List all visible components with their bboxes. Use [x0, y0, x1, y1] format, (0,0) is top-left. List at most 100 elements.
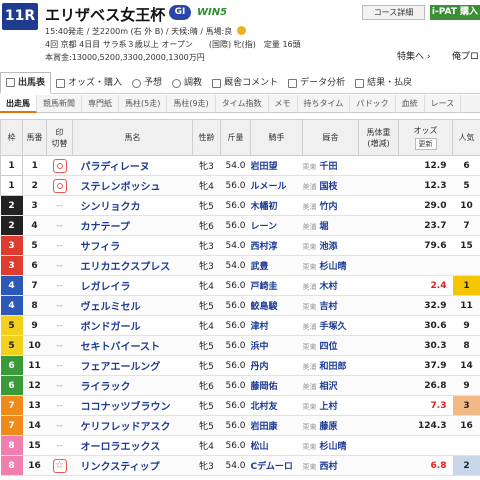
mark-cell[interactable]: -- [46, 395, 73, 416]
my-prediction-link[interactable]: 俺プロ [452, 49, 479, 62]
mark-cell[interactable]: -- [46, 215, 73, 236]
tab-sub[interactable]: パドック [350, 95, 396, 113]
feature-link[interactable]: 特集へ › [397, 49, 430, 62]
mark-cell[interactable]: -- [46, 335, 73, 356]
odds-value[interactable]: 79.6 [398, 235, 453, 256]
odds-value[interactable]: 23.7 [398, 215, 453, 236]
tab-sub[interactable]: 血統 [396, 95, 425, 113]
horse-name[interactable]: ライラック [72, 375, 193, 396]
trainer-name[interactable]: 手塚久 [320, 322, 347, 332]
mark-empty[interactable]: -- [56, 301, 63, 311]
mark-cell[interactable]: -- [46, 235, 73, 256]
odds-value[interactable]: 7.3 [398, 395, 453, 416]
mark-star-icon[interactable]: ☆ [52, 458, 67, 473]
jockey-name[interactable]: レーン [250, 215, 303, 236]
jockey-name[interactable]: 浜中 [250, 335, 303, 356]
tab-main[interactable]: 予想 [127, 72, 167, 94]
trainer-name[interactable]: 上村 [320, 402, 338, 412]
trainer-name[interactable]: 国枝 [320, 182, 338, 192]
odds-value[interactable]: 26.8 [398, 375, 453, 396]
mark-empty[interactable]: -- [56, 421, 63, 431]
odds-value[interactable]: 32.9 [398, 295, 453, 316]
col-umaban[interactable]: 馬番 [22, 119, 47, 156]
mark-empty[interactable]: -- [56, 281, 63, 291]
tab-main[interactable]: データ分析 [283, 72, 350, 94]
mark-empty[interactable]: -- [56, 201, 63, 211]
jockey-name[interactable]: ルメール [250, 175, 303, 196]
mark-empty[interactable]: -- [56, 241, 63, 251]
tab-main[interactable]: 出馬表 [0, 72, 52, 94]
ipat-button[interactable]: i-PAT 購入 [430, 5, 480, 20]
jockey-name[interactable]: 松山 [250, 435, 303, 456]
odds-value[interactable]: 30.6 [398, 315, 453, 336]
odds-value[interactable] [398, 255, 453, 276]
tab-sub[interactable]: 馬柱(5走) [119, 95, 168, 113]
odds-value[interactable]: 12.9 [398, 155, 453, 176]
mark-cell[interactable]: -- [46, 295, 73, 316]
horse-name[interactable]: シンリョクカ [72, 195, 193, 216]
tab-sub[interactable]: レース [425, 95, 462, 113]
mark-circle-icon[interactable] [52, 158, 67, 173]
mark-empty[interactable]: -- [56, 321, 63, 331]
jockey-name[interactable]: 津村 [250, 315, 303, 336]
tab-main[interactable]: 厩舎コメント [207, 72, 283, 94]
tab-sub[interactable]: 持ちタイム [298, 95, 351, 113]
jockey-name[interactable]: 西村淳 [250, 235, 303, 256]
mark-cell[interactable]: -- [46, 195, 73, 216]
mark-cell[interactable]: -- [46, 375, 73, 396]
trainer-name[interactable]: 杉山晴 [320, 442, 347, 452]
trainer-name[interactable]: 和田郎 [320, 362, 347, 372]
odds-value[interactable]: 30.3 [398, 335, 453, 356]
mark-cell[interactable]: ☆ [46, 455, 73, 476]
tab-sub[interactable]: 競馬新聞 [37, 95, 82, 113]
horse-name[interactable]: ケリフレッドアスク [72, 415, 193, 436]
trainer-name[interactable]: 木村 [320, 282, 338, 292]
col-mark[interactable]: 印切替 [46, 119, 73, 156]
odds-value[interactable]: 37.9 [398, 355, 453, 376]
trainer-name[interactable]: 相沢 [320, 382, 338, 392]
tab-sub[interactable]: タイム指数 [216, 95, 269, 113]
jockey-name[interactable]: Cデムーロ [250, 455, 303, 476]
jockey-name[interactable]: 戸崎圭 [250, 275, 303, 296]
tab-sub[interactable]: 馬柱(9走) [167, 95, 216, 113]
horse-name[interactable]: パラディレーヌ [72, 155, 193, 176]
horse-name[interactable]: カナテープ [72, 215, 193, 236]
jockey-name[interactable]: 岩田康 [250, 415, 303, 436]
trainer-name[interactable]: 千田 [320, 162, 338, 172]
mark-cell[interactable]: -- [46, 275, 73, 296]
odds-value[interactable] [398, 435, 453, 456]
mark-empty[interactable]: -- [56, 381, 63, 391]
mark-cell[interactable]: -- [46, 255, 73, 276]
horse-name[interactable]: ココナッツブラウン [72, 395, 193, 416]
horse-name[interactable]: フェアエールング [72, 355, 193, 376]
mark-cell[interactable]: -- [46, 415, 73, 436]
trainer-name[interactable]: 池添 [320, 242, 338, 252]
trainer-name[interactable]: 西村 [320, 462, 338, 472]
horse-name[interactable]: リンクスティップ [72, 455, 193, 476]
tab-sub[interactable]: 出走馬 [0, 95, 37, 113]
trainer-name[interactable]: 堀 [320, 222, 329, 232]
jockey-name[interactable]: 北村友 [250, 395, 303, 416]
horse-name[interactable]: ステレンボッシュ [72, 175, 193, 196]
tab-main[interactable]: オッズ・購入 [51, 72, 127, 94]
jockey-name[interactable]: 丹内 [250, 355, 303, 376]
odds-value[interactable]: 2.4 [398, 275, 453, 296]
horse-name[interactable]: レガレイラ [72, 275, 193, 296]
trainer-name[interactable]: 藤原 [320, 422, 338, 432]
jockey-name[interactable]: 岩田望 [250, 155, 303, 176]
mark-cell[interactable]: -- [46, 315, 73, 336]
trainer-name[interactable]: 四位 [320, 342, 338, 352]
horse-name[interactable]: エリカエクスプレス [72, 255, 193, 276]
mark-empty[interactable]: -- [56, 261, 63, 271]
horse-name[interactable]: セキトバイースト [72, 335, 193, 356]
trainer-name[interactable]: 杉山晴 [320, 262, 347, 272]
trainer-name[interactable]: 竹内 [320, 202, 338, 212]
odds-value[interactable]: 124.3 [398, 415, 453, 436]
mark-cell[interactable]: -- [46, 355, 73, 376]
mark-cell[interactable]: -- [46, 435, 73, 456]
tab-sub[interactable]: 専門紙 [82, 95, 119, 113]
mark-empty[interactable]: -- [56, 401, 63, 411]
mark-empty[interactable]: -- [56, 341, 63, 351]
horse-name[interactable]: サフィラ [72, 235, 193, 256]
tab-main[interactable]: 調教 [167, 72, 207, 94]
